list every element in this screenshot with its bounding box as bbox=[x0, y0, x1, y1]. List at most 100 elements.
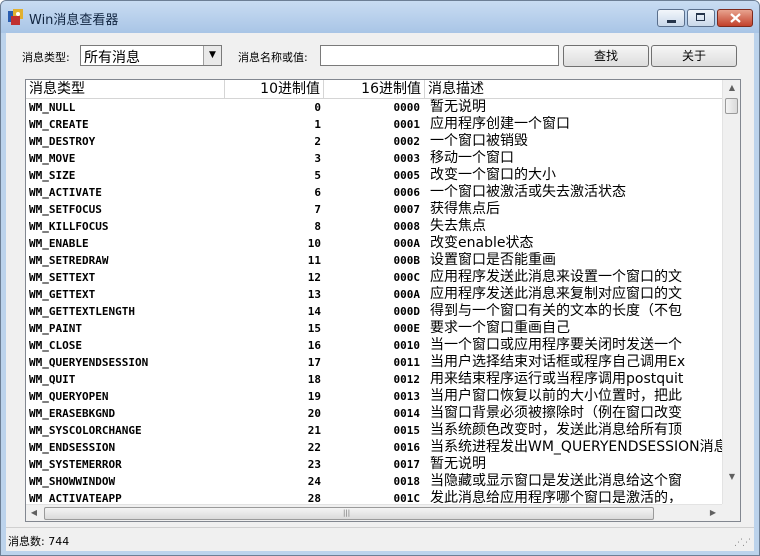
table-row[interactable]: WM_SYSCOLORCHANGE 21 0015 当系统颜色改变时，发送此消息给所有… bbox=[26, 422, 722, 439]
scroll-right-icon[interactable]: ▶ bbox=[708, 508, 718, 517]
cell-description: 当用户窗口恢复以前的大小位置时，把此 bbox=[430, 388, 682, 404]
vertical-scroll-thumb[interactable] bbox=[725, 98, 738, 114]
cell-message-type: WM_CREATE bbox=[29, 118, 89, 131]
cell-decimal-value: 22 bbox=[307, 441, 321, 454]
scroll-left-icon[interactable]: ◀ bbox=[29, 508, 39, 517]
scrollbar-corner bbox=[722, 504, 740, 521]
cell-decimal-value: 0 bbox=[314, 101, 321, 114]
about-button[interactable]: 关于 bbox=[651, 45, 737, 67]
title-bar[interactable]: Win消息查看器 bbox=[1, 1, 759, 33]
cell-hex-value: 0000 bbox=[393, 101, 421, 114]
minimize-button[interactable] bbox=[657, 9, 685, 27]
cell-message-type: WM_ACTIVATEAPP bbox=[29, 492, 122, 503]
cell-description: 暂无说明 bbox=[430, 456, 486, 472]
horizontal-scrollbar[interactable]: ◀ ||| ▶ bbox=[26, 504, 722, 521]
status-bar: 消息数: 744 ⋰⋰ bbox=[6, 527, 754, 551]
table-row[interactable]: WM_SETREDRAW 11 000B 设置窗口是否能重画 bbox=[26, 252, 722, 269]
scroll-up-icon[interactable]: ▲ bbox=[723, 83, 740, 92]
vertical-scrollbar[interactable]: ▲ ▼ bbox=[722, 80, 740, 504]
cell-decimal-value: 16 bbox=[307, 339, 321, 352]
horizontal-scroll-thumb[interactable]: ||| bbox=[44, 507, 654, 520]
resize-grip-icon[interactable]: ⋰⋰ bbox=[734, 538, 751, 548]
close-button[interactable] bbox=[717, 9, 753, 27]
cell-description: 发此消息给应用程序哪个窗口是激活的， bbox=[430, 490, 682, 503]
cell-hex-value: 000C bbox=[393, 271, 421, 284]
table-row[interactable]: WM_DESTROY 2 0002 一个窗口被销毁 bbox=[26, 133, 722, 150]
chevron-down-icon[interactable]: ▼ bbox=[203, 46, 221, 65]
cell-description: 要求一个窗口重画自己 bbox=[430, 320, 570, 336]
table-row[interactable]: WM_MOVE 3 0003 移动一个窗口 bbox=[26, 150, 722, 167]
cell-hex-value: 0014 bbox=[393, 407, 421, 420]
table-row[interactable]: WM_ENDSESSION 22 0016 当系统进程发出WM_QUERYENDSES… bbox=[26, 439, 722, 456]
cell-hex-value: 0017 bbox=[393, 458, 421, 471]
cell-description: 暂无说明 bbox=[430, 99, 486, 115]
table-row[interactable]: WM_GETTEXTLENGTH 14 000D 得到与一个窗口有关的文本的长度（不包 bbox=[26, 303, 722, 320]
cell-decimal-value: 6 bbox=[314, 186, 321, 199]
cell-message-type: WM_NULL bbox=[29, 101, 76, 114]
cell-message-type: WM_KILLFOCUS bbox=[29, 220, 109, 233]
table-header: 消息类型 10进制值 16进制值 消息描述 bbox=[26, 80, 722, 99]
cell-description: 应用程序发送此消息来设置一个窗口的文 bbox=[430, 269, 682, 285]
cell-message-type: WM_CLOSE bbox=[29, 339, 82, 352]
cell-description: 用来结束程序运行或当程序调用postquit bbox=[430, 371, 684, 387]
table-row[interactable]: WM_NULL 0 0000 暂无说明 bbox=[26, 99, 722, 116]
cell-description: 当用户选择结束对话框或程序自己调用Ex bbox=[430, 354, 686, 370]
window-title: Win消息查看器 bbox=[29, 13, 119, 28]
table-row[interactable]: WM_CLOSE 16 0010 当一个窗口或应用程序要关闭时发送一个 bbox=[26, 337, 722, 354]
message-type-label: 消息类型: bbox=[22, 51, 70, 64]
maximize-button[interactable] bbox=[687, 9, 715, 27]
cell-description: 当窗口背景必须被擦除时（例在窗口改变 bbox=[430, 405, 682, 421]
message-type-select[interactable]: 所有消息 ▼ bbox=[80, 45, 222, 66]
table-row[interactable]: WM_ACTIVATE 6 0006 一个窗口被激活或失去激活状态 bbox=[26, 184, 722, 201]
table-row[interactable]: WM_SIZE 5 0005 改变一个窗口的大小 bbox=[26, 167, 722, 184]
cell-decimal-value: 28 bbox=[307, 492, 321, 503]
cell-description: 得到与一个窗口有关的文本的长度（不包 bbox=[430, 303, 682, 319]
table-row[interactable]: WM_QUERYENDSESSION 17 0011 当用户选择结束对话框或程序自己调… bbox=[26, 354, 722, 371]
cell-decimal-value: 1 bbox=[314, 118, 321, 131]
cell-message-type: WM_SYSTEMERROR bbox=[29, 458, 122, 471]
app-window: Win消息查看器 消息类型: 所有消息 ▼ 消息名称或值: 查找 关于 消息类型… bbox=[0, 0, 760, 556]
cell-decimal-value: 15 bbox=[307, 322, 321, 335]
app-icon bbox=[8, 9, 23, 25]
cell-decimal-value: 21 bbox=[307, 424, 321, 437]
minimize-icon bbox=[667, 20, 676, 23]
table-row[interactable]: WM_PAINT 15 000E 要求一个窗口重画自己 bbox=[26, 320, 722, 337]
table-row[interactable]: WM_ENABLE 10 000A 改变enable状态 bbox=[26, 235, 722, 252]
cell-hex-value: 0005 bbox=[393, 169, 421, 182]
table-row[interactable]: WM_QUERYOPEN 19 0013 当用户窗口恢复以前的大小位置时，把此 bbox=[26, 388, 722, 405]
table-row[interactable]: WM_SYSTEMERROR 23 0017 暂无说明 bbox=[26, 456, 722, 473]
message-name-input[interactable] bbox=[320, 45, 559, 66]
header-description[interactable]: 消息描述 bbox=[425, 80, 722, 98]
cell-message-type: WM_ENABLE bbox=[29, 237, 89, 250]
scroll-down-icon[interactable]: ▼ bbox=[723, 472, 740, 481]
cell-message-type: WM_GETTEXT bbox=[29, 288, 96, 301]
table-row[interactable]: WM_SETTEXT 12 000C 应用程序发送此消息来设置一个窗口的文 bbox=[26, 269, 722, 286]
find-button[interactable]: 查找 bbox=[563, 45, 649, 67]
cell-hex-value: 0001 bbox=[393, 118, 421, 131]
header-hex-value[interactable]: 16进制值 bbox=[324, 80, 425, 98]
cell-message-type: WM_PAINT bbox=[29, 322, 82, 335]
cell-decimal-value: 17 bbox=[307, 356, 321, 369]
cell-description: 获得焦点后 bbox=[430, 201, 500, 217]
header-message-type[interactable]: 消息类型 bbox=[26, 80, 225, 98]
table-row[interactable]: WM_GETTEXT 13 000A 应用程序发送此消息来复制对应窗口的文 bbox=[26, 286, 722, 303]
cell-description: 失去焦点 bbox=[430, 218, 486, 234]
cell-hex-value: 000B bbox=[393, 254, 421, 267]
table-row[interactable]: WM_ACTIVATEAPP 28 001C 发此消息给应用程序哪个窗口是激活的， bbox=[26, 490, 722, 503]
table-row[interactable]: WM_QUIT 18 0012 用来结束程序运行或当程序调用postquit bbox=[26, 371, 722, 388]
table-row[interactable]: WM_KILLFOCUS 8 0008 失去焦点 bbox=[26, 218, 722, 235]
cell-message-type: WM_SETTEXT bbox=[29, 271, 96, 284]
cell-description: 当系统进程发出WM_QUERYENDSESSION消息 bbox=[430, 439, 722, 455]
table-row[interactable]: WM_ERASEBKGND 20 0014 当窗口背景必须被擦除时（例在窗口改变 bbox=[26, 405, 722, 422]
cell-description: 当一个窗口或应用程序要关闭时发送一个 bbox=[430, 337, 682, 353]
header-decimal-value[interactable]: 10进制值 bbox=[225, 80, 324, 98]
table-row[interactable]: WM_SHOWWINDOW 24 0018 当隐藏或显示窗口是发送此消息给这个窗 bbox=[26, 473, 722, 490]
cell-description: 改变enable状态 bbox=[430, 235, 534, 251]
table-row[interactable]: WM_SETFOCUS 7 0007 获得焦点后 bbox=[26, 201, 722, 218]
table-row[interactable]: WM_CREATE 1 0001 应用程序创建一个窗口 bbox=[26, 116, 722, 133]
cell-decimal-value: 20 bbox=[307, 407, 321, 420]
cell-message-type: WM_QUERYOPEN bbox=[29, 390, 109, 403]
cell-message-type: WM_SETFOCUS bbox=[29, 203, 102, 216]
grip-icon: ||| bbox=[343, 509, 351, 517]
cell-description: 一个窗口被激活或失去激活状态 bbox=[430, 184, 626, 200]
